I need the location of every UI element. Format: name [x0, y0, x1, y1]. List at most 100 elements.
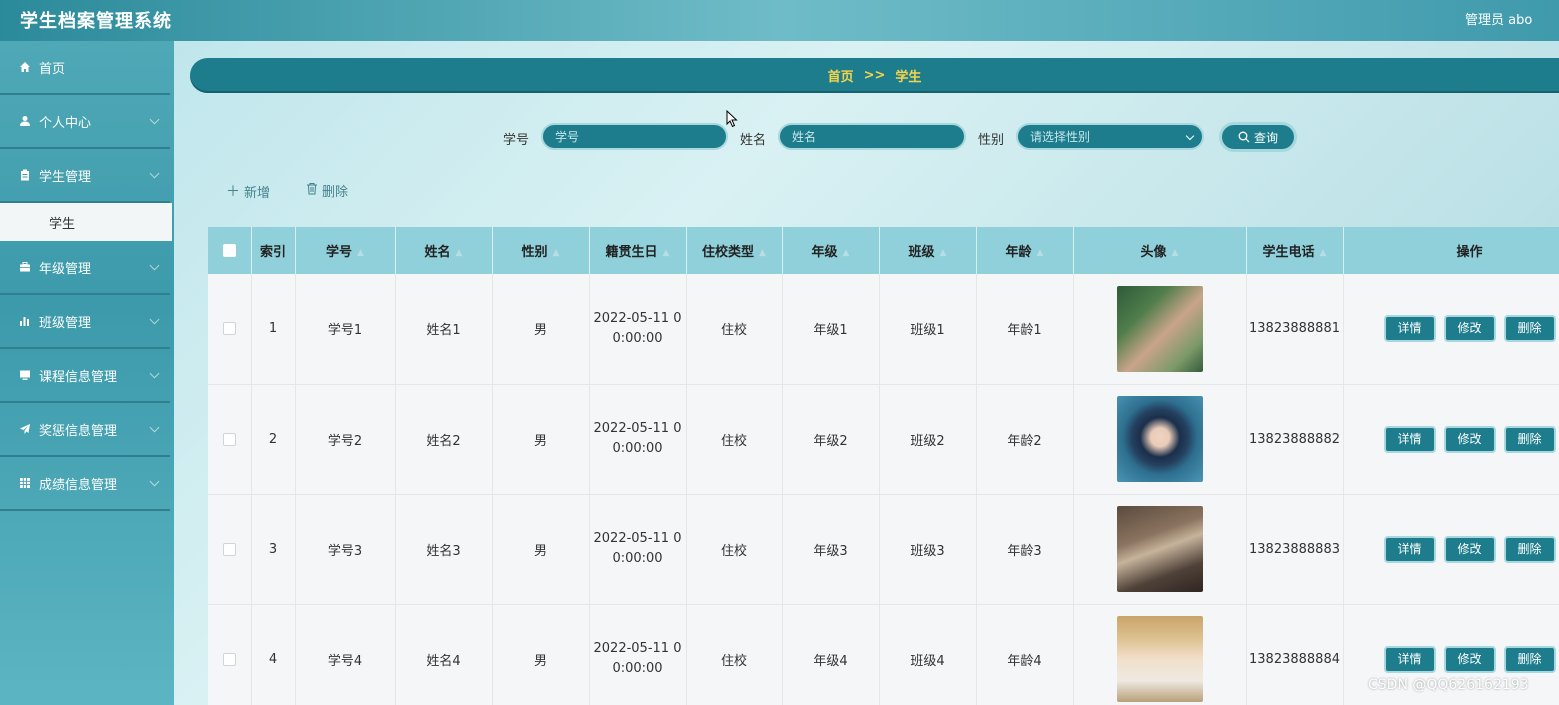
add-button-label: 新增: [244, 185, 271, 201]
sidebar-item-classes[interactable]: 班级管理: [0, 295, 170, 349]
row-delete-button[interactable]: 删除: [1503, 315, 1556, 343]
sort-icon[interactable]: ▲: [940, 248, 947, 258]
name-cell: 姓名3: [395, 494, 493, 605]
app-title: 学生档案管理系统: [20, 11, 172, 32]
detail-button[interactable]: 详情: [1383, 315, 1436, 343]
row-checkbox[interactable]: [222, 652, 236, 666]
phone-cell: 13823888882: [1246, 384, 1344, 495]
column-header-age[interactable]: 年龄 ▲: [976, 227, 1074, 274]
column-header-phone[interactable]: 学生电话 ▲: [1246, 227, 1344, 274]
birthday-cell: 2022-05-11 0 0:00:00: [589, 384, 687, 495]
sidebar-item-home[interactable]: 首页: [0, 41, 170, 95]
edit-button[interactable]: 修改: [1443, 315, 1496, 343]
column-header-birthday[interactable]: 籍贯生日 ▲: [589, 227, 687, 274]
row-checkbox[interactable]: [222, 432, 236, 446]
sort-icon[interactable]: ▲: [1037, 248, 1044, 258]
name-cell: 姓名1: [395, 274, 493, 385]
student-no-cell: 学号1: [295, 274, 396, 385]
actions-cell: 详情 修改 删除: [1343, 494, 1559, 605]
edit-button[interactable]: 修改: [1443, 425, 1496, 453]
detail-button[interactable]: 详情: [1383, 425, 1436, 453]
sidebar: 首页 个人中心 学生管理 学生 年级管理 班级管理 课程信息管理 奖惩信息管理 …: [0, 41, 174, 705]
user-icon: [18, 115, 32, 127]
select-all-cell: [208, 227, 252, 274]
column-header-boarding[interactable]: 住校类型 ▲: [686, 227, 783, 274]
column-label: 籍贯生日: [605, 245, 658, 260]
name-input[interactable]: [778, 123, 966, 150]
grade-cell: 年级3: [782, 494, 880, 605]
sidebar-item-rewards[interactable]: 奖惩信息管理: [0, 403, 170, 457]
sidebar-item-label: 首页: [39, 61, 66, 77]
gender-cell: 男: [492, 274, 590, 385]
index-cell: 3: [251, 494, 296, 605]
grade-cell: 年级2: [782, 384, 880, 495]
avatar[interactable]: [1116, 616, 1203, 702]
column-header-gender[interactable]: 性别 ▲: [492, 227, 590, 274]
clipboard-icon: [18, 169, 32, 181]
query-button-label: 查询: [1253, 130, 1278, 145]
student-no-cell: 学号3: [295, 494, 396, 605]
age-cell: 年龄1: [976, 274, 1074, 385]
avatar[interactable]: [1116, 285, 1203, 372]
sort-icon[interactable]: ▲: [1320, 248, 1327, 258]
gender-cell: 男: [492, 384, 590, 495]
column-header-grade[interactable]: 年级 ▲: [782, 227, 880, 274]
sort-icon[interactable]: ▲: [1172, 248, 1179, 258]
row-checkbox[interactable]: [222, 542, 236, 556]
grade-cell: 年级1: [782, 274, 880, 385]
row-delete-button[interactable]: 删除: [1503, 425, 1556, 453]
sort-icon[interactable]: ▲: [759, 248, 766, 258]
row-checkbox[interactable]: [222, 322, 236, 336]
sidebar-item-personal[interactable]: 个人中心: [0, 95, 170, 149]
edit-button[interactable]: 修改: [1443, 535, 1496, 563]
top-bar: 学生档案管理系统 管理员 abo: [0, 0, 1559, 41]
column-header-avatar[interactable]: 头像 ▲: [1073, 227, 1247, 274]
student-no-input[interactable]: [541, 123, 728, 150]
sort-icon[interactable]: ▲: [357, 248, 364, 258]
phone-cell: 13823888881: [1246, 274, 1344, 385]
search-icon: [1238, 131, 1250, 143]
avatar[interactable]: [1116, 506, 1203, 592]
gender-cell: 男: [492, 494, 590, 605]
column-label: 班级: [908, 245, 935, 260]
sort-icon[interactable]: ▲: [553, 248, 560, 258]
column-header-name[interactable]: 姓名 ▲: [395, 227, 493, 274]
add-button[interactable]: ＋ 新增: [226, 181, 270, 201]
birthday-line-2: 0:00:00: [612, 330, 663, 346]
boarding-cell: 住校: [686, 494, 783, 605]
sidebar-item-students[interactable]: 学生管理: [0, 149, 170, 203]
row-delete-button[interactable]: 删除: [1503, 645, 1556, 673]
query-button[interactable]: 查询: [1219, 122, 1297, 152]
sidebar-item-grades[interactable]: 年级管理: [0, 241, 170, 295]
select-all-checkbox[interactable]: [222, 244, 236, 257]
row-checkbox-cell: [208, 494, 252, 605]
breadcrumb-home[interactable]: 首页: [828, 66, 854, 85]
column-label: 学号: [326, 245, 353, 260]
avatar[interactable]: [1116, 396, 1203, 482]
sidebar-item-courses[interactable]: 课程信息管理: [0, 349, 170, 403]
column-label: 姓名: [424, 245, 451, 260]
sidebar-subitem-student[interactable]: 学生: [0, 203, 172, 241]
briefcase-icon: [18, 261, 32, 273]
edit-button[interactable]: 修改: [1443, 645, 1496, 673]
column-header-student-no[interactable]: 学号 ▲: [295, 227, 396, 274]
gender-select[interactable]: 请选择性别: [1016, 123, 1204, 150]
row-checkbox-cell: [208, 604, 252, 705]
detail-button[interactable]: 详情: [1383, 645, 1436, 673]
birthday-line-1: 2022-05-11 0: [593, 310, 682, 326]
row-delete-button[interactable]: 删除: [1503, 535, 1556, 563]
sidebar-item-scores[interactable]: 成绩信息管理: [0, 457, 170, 511]
sort-icon[interactable]: ▲: [663, 248, 670, 258]
delete-button[interactable]: 删除: [306, 181, 348, 200]
sort-icon[interactable]: ▲: [843, 248, 850, 258]
detail-button[interactable]: 详情: [1383, 535, 1436, 563]
column-header-index: 索引: [251, 227, 296, 274]
column-label: 年龄: [1005, 245, 1032, 260]
gender-label: 性别: [978, 133, 1005, 148]
user-label[interactable]: 管理员 abo: [1465, 9, 1532, 28]
column-header-class[interactable]: 班级 ▲: [879, 227, 977, 274]
name-cell: 姓名2: [395, 384, 493, 495]
chevron-down-icon: [149, 114, 160, 125]
column-header-actions: 操作: [1343, 227, 1559, 274]
sort-icon[interactable]: ▲: [456, 248, 463, 258]
